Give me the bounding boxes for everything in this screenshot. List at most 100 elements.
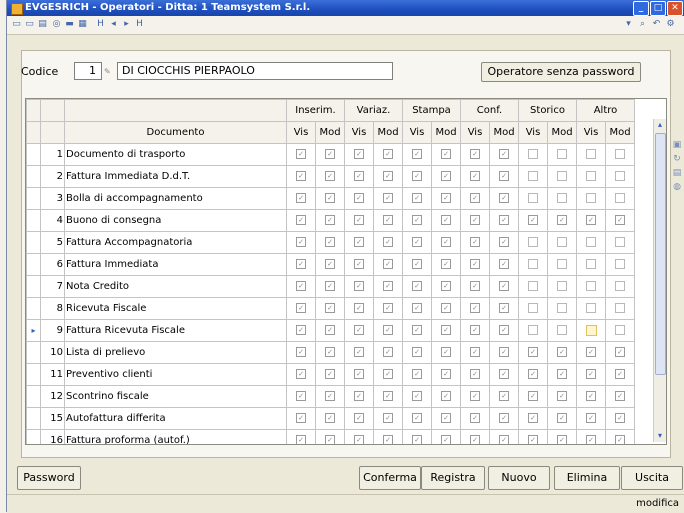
nuovo-button[interactable]: Nuovo [488, 466, 550, 490]
permission-cell[interactable]: ✓ [315, 407, 345, 430]
permission-cell[interactable]: ✓ [344, 429, 374, 444]
checkbox-checked[interactable]: ✓ [441, 413, 451, 423]
checkbox-checked[interactable]: ✓ [354, 149, 364, 159]
checkbox-checked[interactable]: ✓ [499, 413, 509, 423]
permission-cell[interactable]: ✓ [373, 363, 403, 386]
checkbox-checked[interactable]: ✓ [383, 171, 393, 181]
operator-no-password-button[interactable]: Operatore senza password [481, 62, 641, 82]
checkbox-checked[interactable]: ✓ [412, 347, 422, 357]
permission-cell[interactable]: ✓ [373, 319, 403, 342]
checkbox-checked[interactable]: ✓ [470, 215, 480, 225]
document-name[interactable]: Preventivo clienti [64, 363, 287, 386]
permission-cell[interactable]: ✓ [373, 253, 403, 276]
checkbox-checked[interactable]: ✓ [383, 215, 393, 225]
permission-cell[interactable] [576, 297, 606, 320]
permission-cell[interactable]: ✓ [547, 429, 577, 444]
table-row[interactable]: 16 Fattura proforma (autof.) ✓ ✓ ✓ ✓ ✓ ✓ ✓ ✓ ✓ ✓ ✓ ✓ [26, 429, 635, 444]
undo-icon[interactable]: ↶ [651, 19, 662, 30]
refresh-icon[interactable]: ↻ [672, 154, 682, 164]
permission-cell[interactable]: ✓ [344, 319, 374, 342]
checkbox-unchecked[interactable] [557, 149, 567, 159]
checkbox-checked[interactable]: ✓ [325, 149, 335, 159]
permission-cell[interactable]: ✓ [460, 429, 490, 444]
checkbox-checked[interactable]: ✓ [296, 413, 306, 423]
checkbox-checked[interactable]: ✓ [354, 347, 364, 357]
checkbox-unchecked[interactable] [557, 171, 567, 181]
permission-cell[interactable] [576, 143, 606, 166]
permission-cell[interactable]: ✓ [518, 429, 548, 444]
permission-cell[interactable]: ✓ [402, 385, 432, 408]
table-row[interactable]: 6 Fattura Immediata ✓ ✓ ✓ ✓ ✓ ✓ ✓ ✓ [26, 253, 635, 276]
permission-cell[interactable]: ✓ [315, 209, 345, 232]
checkbox-checked[interactable]: ✓ [470, 171, 480, 181]
checkbox-checked[interactable]: ✓ [528, 435, 538, 444]
checkbox-unchecked[interactable] [586, 193, 596, 203]
permission-cell[interactable]: ✓ [344, 253, 374, 276]
permission-cell[interactable]: ✓ [373, 165, 403, 188]
elimina-button[interactable]: Elimina [554, 466, 620, 490]
checkbox-checked[interactable]: ✓ [412, 281, 422, 291]
first-icon[interactable]: H [95, 19, 106, 30]
permission-cell[interactable] [547, 143, 577, 166]
checkbox-checked[interactable]: ✓ [470, 369, 480, 379]
permission-cell[interactable]: ✓ [518, 385, 548, 408]
operator-name-field[interactable]: DI CIOCCHIS PIERPAOLO [117, 62, 393, 80]
permission-cell[interactable]: ✓ [402, 297, 432, 320]
checkbox-checked[interactable]: ✓ [470, 435, 480, 444]
permission-cell[interactable]: ✓ [518, 209, 548, 232]
checkbox-checked[interactable]: ✓ [412, 237, 422, 247]
checkbox-checked[interactable]: ✓ [296, 149, 306, 159]
permission-cell[interactable]: ✓ [286, 231, 316, 254]
permission-cell[interactable]: ✓ [402, 187, 432, 210]
permission-cell[interactable]: ✓ [402, 165, 432, 188]
permission-cell[interactable]: ✓ [431, 429, 461, 444]
checkbox-checked[interactable]: ✓ [441, 369, 451, 379]
checkbox-checked[interactable]: ✓ [354, 391, 364, 401]
checkbox-checked[interactable]: ✓ [325, 193, 335, 203]
permission-cell[interactable] [605, 297, 635, 320]
checkbox-checked[interactable]: ✓ [586, 413, 596, 423]
checkbox-unchecked[interactable] [528, 193, 538, 203]
permission-cell[interactable]: ✓ [315, 187, 345, 210]
document-name[interactable]: Documento di trasporto [64, 143, 287, 166]
checkbox-checked[interactable]: ✓ [557, 413, 567, 423]
permission-cell[interactable] [547, 231, 577, 254]
permission-cell[interactable]: ✓ [489, 297, 519, 320]
checkbox-checked[interactable]: ✓ [499, 369, 509, 379]
maximize-icon[interactable]: □ [650, 1, 666, 16]
permission-cell[interactable]: ✓ [489, 187, 519, 210]
checkbox-checked[interactable]: ✓ [499, 237, 509, 247]
checkbox-checked[interactable]: ✓ [499, 259, 509, 269]
permission-cell[interactable]: ✓ [431, 209, 461, 232]
permission-cell[interactable] [576, 165, 606, 188]
scroll-thumb[interactable] [655, 133, 666, 375]
checkbox-checked[interactable]: ✓ [499, 281, 509, 291]
checkbox-checked[interactable]: ✓ [441, 149, 451, 159]
table-row[interactable]: 4 Buono di consegna ✓ ✓ ✓ ✓ ✓ ✓ ✓ ✓ ✓ ✓ ✓ ✓ [26, 209, 635, 232]
checkbox-checked[interactable]: ✓ [499, 215, 509, 225]
permission-cell[interactable]: ✓ [431, 385, 461, 408]
permission-cell[interactable]: ✓ [431, 407, 461, 430]
checkbox-checked[interactable]: ✓ [412, 215, 422, 225]
permission-cell[interactable]: ✓ [402, 429, 432, 444]
checkbox-checked[interactable]: ✓ [470, 303, 480, 313]
permission-cell[interactable]: ✓ [315, 297, 345, 320]
checkbox-unchecked[interactable] [615, 325, 625, 335]
permission-cell[interactable] [605, 275, 635, 298]
permission-cell[interactable]: ✓ [431, 187, 461, 210]
checkbox-checked[interactable]: ✓ [296, 237, 306, 247]
checkbox-checked[interactable]: ✓ [499, 149, 509, 159]
permission-cell[interactable]: ✓ [518, 341, 548, 364]
permission-cell[interactable]: ✓ [547, 407, 577, 430]
save-icon[interactable]: ▣ [672, 140, 682, 150]
permission-cell[interactable]: ✓ [315, 253, 345, 276]
permission-cell[interactable]: ✓ [373, 385, 403, 408]
permission-cell[interactable] [605, 143, 635, 166]
permission-cell[interactable]: ✓ [286, 165, 316, 188]
permission-cell[interactable]: ✓ [605, 209, 635, 232]
permission-cell[interactable]: ✓ [315, 363, 345, 386]
checkbox-checked[interactable]: ✓ [441, 325, 451, 335]
permission-cell[interactable]: ✓ [460, 341, 490, 364]
checkbox-checked[interactable]: ✓ [499, 435, 509, 444]
document-name[interactable]: Nota Credito [64, 275, 287, 298]
